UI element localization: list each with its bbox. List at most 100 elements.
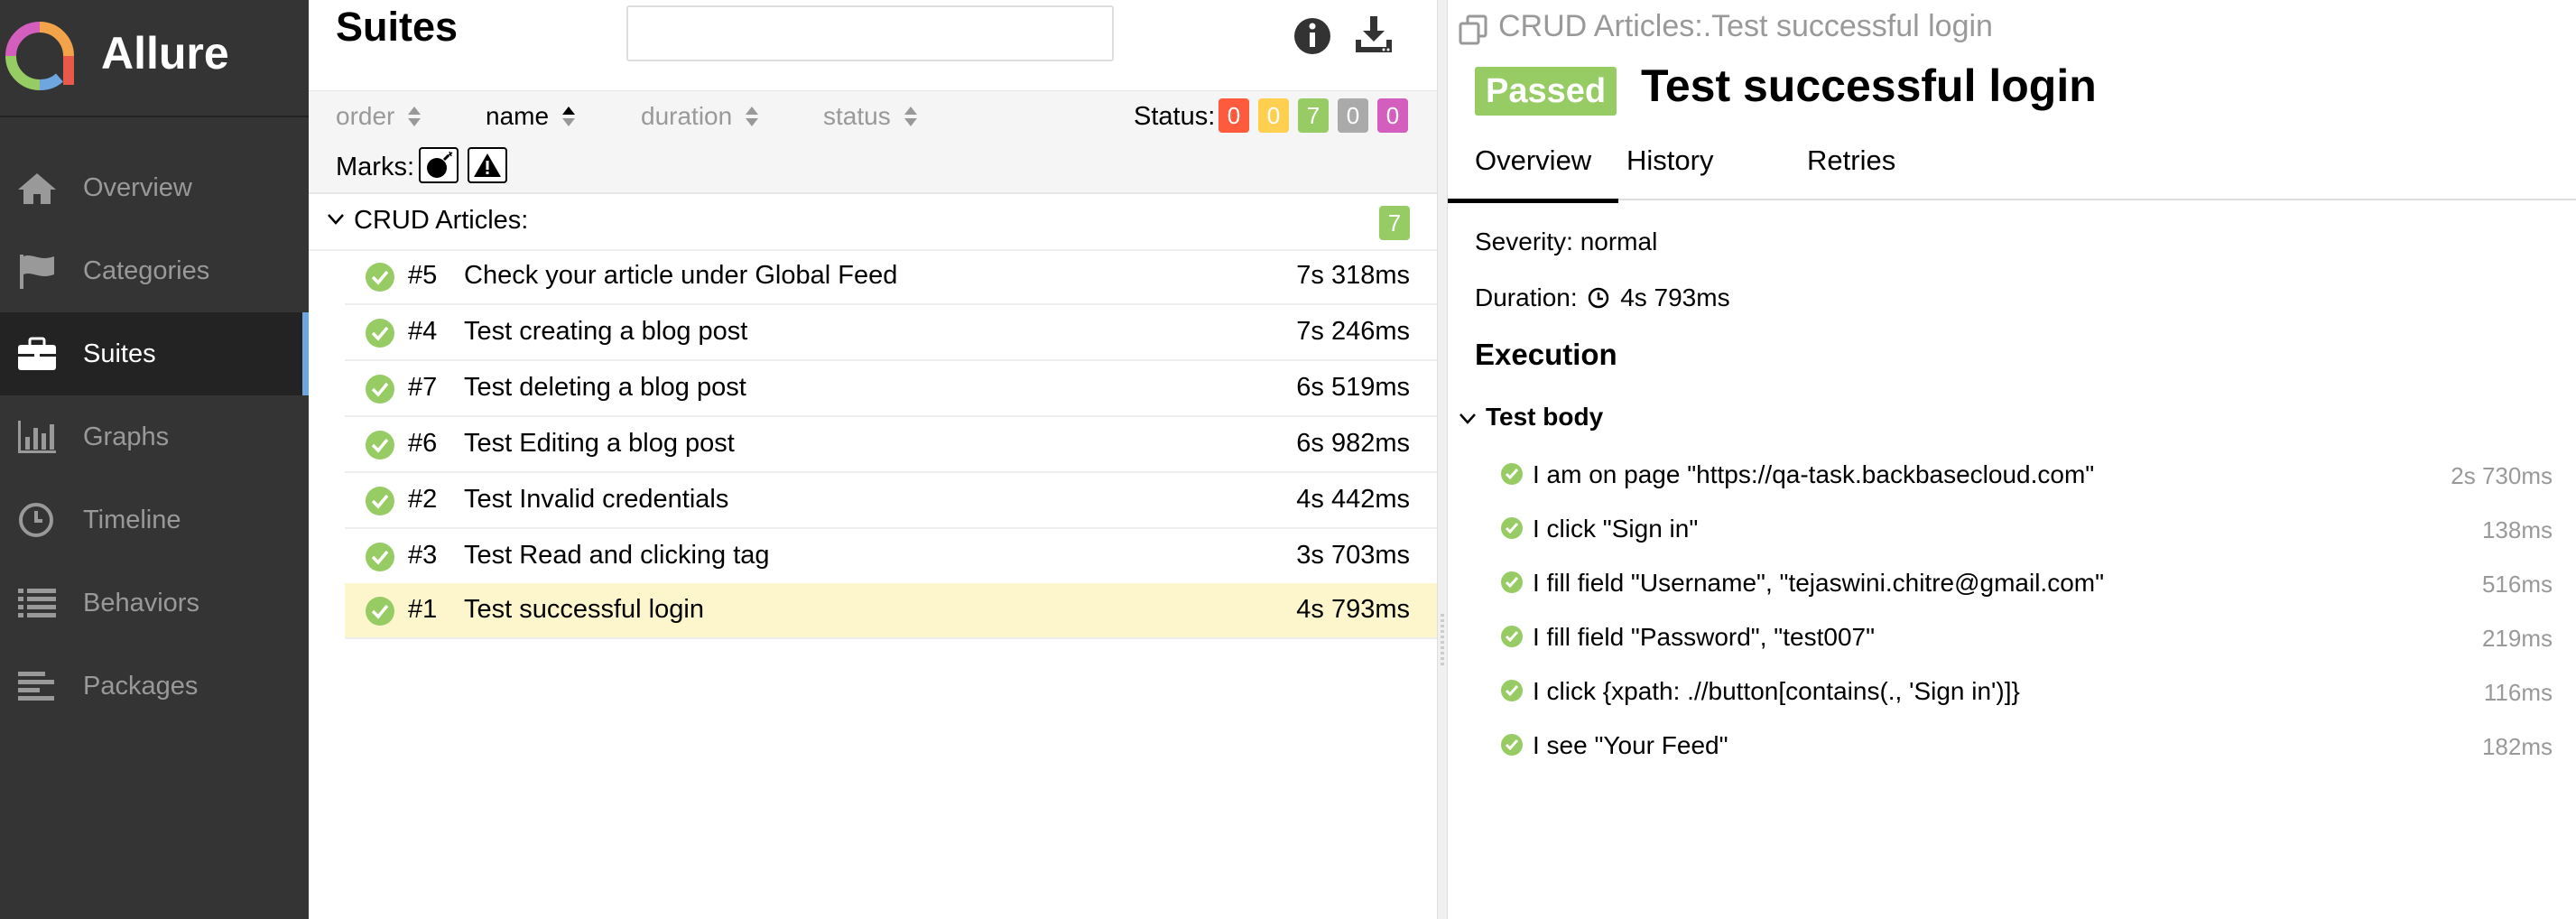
sidebar-item-timeline[interactable]: Timeline — [0, 478, 309, 562]
splitter-grip[interactable] — [1441, 614, 1444, 668]
test-number: #2 — [408, 485, 438, 514]
step-row[interactable]: I am on page "https://qa-task.backbasecl… — [1500, 450, 2553, 500]
duration-label: Duration: — [1475, 283, 1578, 311]
page-title: Suites — [336, 4, 459, 50]
allure-logo-icon — [5, 22, 74, 90]
sort-by-status[interactable]: status — [823, 102, 918, 131]
sort-label: order — [336, 102, 395, 130]
severity: Severity: normal — [1475, 227, 1658, 255]
suite-group-label: CRUD Articles: — [354, 206, 529, 235]
step-duration: 116ms — [2483, 679, 2553, 706]
sidebar-item-suites[interactable]: Suites — [0, 312, 309, 395]
passed-check-icon — [366, 597, 394, 626]
test-row[interactable]: #5 Check your article under Global Feed … — [345, 249, 1437, 305]
panel-splitter[interactable] — [1437, 0, 1448, 919]
passed-check-icon — [366, 375, 394, 404]
passed-check-icon — [366, 431, 394, 460]
duration-line: Duration: 4s 793ms — [1475, 283, 1730, 312]
step-row[interactable]: I click {xpath: .//button[contains(., 'S… — [1500, 666, 2553, 717]
sort-by-name[interactable]: name — [486, 102, 576, 131]
step-name: I see "Your Feed" — [1533, 731, 1728, 759]
chevron-down-icon — [1459, 413, 1476, 424]
step-row[interactable]: I see "Your Feed" 182ms — [1500, 720, 2553, 771]
test-duration: 7s 246ms — [1296, 317, 1410, 346]
test-row[interactable]: #2 Test Invalid credentials 4s 442ms — [345, 473, 1437, 529]
test-body-label: Test body — [1486, 403, 1604, 431]
step-row[interactable]: I fill field "Username", "tejaswini.chit… — [1500, 558, 2553, 608]
test-name: Test Read and clicking tag — [464, 541, 770, 570]
warning-icon — [474, 153, 501, 177]
bomb-icon — [427, 151, 453, 178]
brand[interactable]: Allure — [0, 0, 309, 117]
passed-check-icon — [366, 487, 394, 515]
status-passed-badge[interactable]: 7 — [1298, 98, 1329, 133]
test-row[interactable]: #7 Test deleting a blog post 6s 519ms — [345, 361, 1437, 417]
step-name: I fill field "Username", "tejaswini.chit… — [1533, 569, 2105, 597]
sort-label: name — [486, 102, 550, 130]
step-row[interactable]: I click "Sign in" 138ms — [1500, 504, 2553, 554]
test-name: Test deleting a blog post — [464, 373, 746, 402]
execution-title: Execution — [1475, 338, 1617, 371]
test-row[interactable]: #6 Test Editing a blog post 6s 982ms — [345, 417, 1437, 473]
marks-label: Marks: — [336, 153, 414, 181]
test-number: #4 — [408, 317, 438, 346]
sidebar-nav: Overview Categories Suites Graphs Timeli… — [0, 146, 309, 728]
tab-overview[interactable]: Overview — [1447, 144, 1619, 203]
sort-icon — [903, 107, 917, 126]
test-duration: 7s 318ms — [1296, 261, 1410, 290]
chevron-down-icon — [328, 214, 344, 225]
suite-group-count: 7 — [1379, 206, 1410, 240]
test-row-selected[interactable]: #1 Test successful login 4s 793ms — [345, 583, 1437, 639]
step-row[interactable]: I fill field "Password", "test007" 219ms — [1500, 612, 2553, 663]
suite-group-row[interactable]: CRUD Articles: 7 — [309, 195, 1437, 251]
flaky-mark-button[interactable] — [419, 147, 459, 183]
copy-icon[interactable] — [1457, 13, 1489, 45]
test-duration: 4s 442ms — [1296, 485, 1410, 514]
align-left-icon — [18, 672, 54, 701]
app-name: Allure — [101, 28, 229, 79]
test-name: Check your article under Global Feed — [464, 261, 898, 290]
test-name: Test Invalid credentials — [464, 485, 729, 514]
test-duration: 3s 703ms — [1296, 541, 1410, 570]
sidebar-item-categories[interactable]: Categories — [0, 229, 309, 312]
passed-check-icon — [366, 319, 394, 348]
suites-panel: Suites order name duration status Status… — [309, 0, 1437, 919]
info-icon[interactable] — [1291, 14, 1334, 58]
sidebar-item-label: Packages — [83, 671, 199, 701]
status-badge: Passed — [1475, 67, 1617, 116]
new-failed-mark-button[interactable] — [468, 147, 507, 183]
sort-label: duration — [641, 102, 733, 130]
sort-by-duration[interactable]: duration — [641, 102, 759, 131]
flag-icon — [20, 255, 54, 289]
test-row[interactable]: #3 Test Read and clicking tag 3s 703ms — [345, 529, 1437, 585]
sort-by-order[interactable]: order — [336, 102, 422, 131]
test-duration: 6s 519ms — [1296, 373, 1410, 402]
test-body-toggle[interactable]: Test body — [1459, 403, 1603, 432]
download-icon[interactable] — [1352, 13, 1395, 56]
tab-history[interactable]: History — [1626, 144, 1713, 177]
status-unknown-badge[interactable]: 0 — [1377, 98, 1408, 133]
passed-check-icon — [1501, 626, 1523, 647]
status-broken-badge[interactable]: 0 — [1258, 98, 1289, 133]
sidebar-item-behaviors[interactable]: Behaviors — [0, 562, 309, 645]
home-icon — [18, 173, 56, 204]
sort-icon — [746, 107, 759, 126]
sidebar-item-label: Suites — [83, 339, 156, 368]
clock-icon — [1589, 287, 1609, 309]
bar-chart-icon — [18, 421, 56, 453]
test-detail-panel: CRUD Articles:.Test successful login Pas… — [1447, 0, 2576, 919]
status-skipped-badge[interactable]: 0 — [1338, 98, 1368, 133]
sidebar-item-packages[interactable]: Packages — [0, 645, 309, 728]
status-failed-badge[interactable]: 0 — [1219, 98, 1249, 133]
step-name: I fill field "Password", "test007" — [1533, 623, 1876, 651]
sort-label: status — [823, 102, 891, 130]
sidebar-item-overview[interactable]: Overview — [0, 146, 309, 229]
search-input[interactable] — [626, 5, 1114, 61]
tab-retries[interactable]: Retries — [1807, 144, 1895, 177]
test-row[interactable]: #4 Test creating a blog post 7s 246ms — [345, 305, 1437, 361]
passed-check-icon — [1501, 517, 1523, 539]
test-duration: 6s 982ms — [1296, 429, 1410, 458]
test-number: #3 — [408, 541, 438, 570]
sidebar-item-label: Graphs — [83, 422, 170, 451]
sidebar-item-graphs[interactable]: Graphs — [0, 395, 309, 478]
